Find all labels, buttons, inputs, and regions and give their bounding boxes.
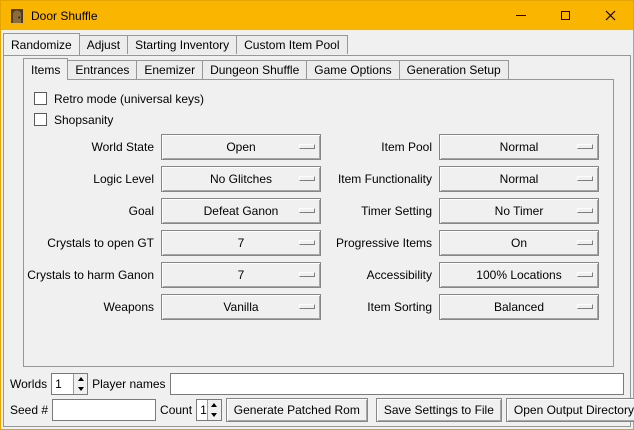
timer-setting-dropdown[interactable]: No Timer (439, 198, 599, 224)
outer-tab-bar: Randomize Adjust Starting Inventory Cust… (1, 30, 633, 54)
logic-level-label: Logic Level (32, 166, 154, 192)
dropdown-indicator-icon (577, 208, 593, 213)
worlds-spinner[interactable]: 1 (51, 373, 88, 395)
app-icon (9, 8, 25, 24)
shopsanity-checkbox[interactable]: Shopsanity (34, 109, 605, 130)
checkbox-label: Shopsanity (54, 113, 113, 127)
inner-notebook: Items Entrances Enemizer Dungeon Shuffle… (23, 58, 614, 367)
app-window: Door Shuffle Randomize Adjust Starting I… (0, 0, 634, 430)
retro-mode-checkbox[interactable]: Retro mode (universal keys) (34, 88, 605, 109)
spin-up-arrow[interactable] (208, 400, 221, 410)
close-button[interactable] (588, 1, 633, 30)
dropdown-indicator-icon (577, 304, 593, 309)
worlds-label: Worlds (10, 377, 47, 391)
worlds-row: Worlds 1 Player names (10, 373, 624, 395)
dropdown-indicator-icon (577, 272, 593, 277)
spin-down-arrow[interactable] (74, 384, 87, 394)
weapons-label: Weapons (32, 294, 154, 320)
window-controls (498, 1, 633, 30)
dropdown-indicator-icon (299, 240, 315, 245)
crystals-open-gt-dropdown[interactable]: 7 (161, 230, 321, 256)
progressive-items-label: Progressive Items (328, 230, 432, 256)
item-sorting-label: Item Sorting (328, 294, 432, 320)
item-functionality-label: Item Functionality (328, 166, 432, 192)
seed-label: Seed # (10, 403, 48, 417)
world-state-label: World State (32, 134, 154, 160)
item-sorting-dropdown[interactable]: Balanced (439, 294, 599, 320)
window-title: Door Shuffle (31, 9, 498, 23)
item-pool-dropdown[interactable]: Normal (439, 134, 599, 160)
tab-randomize[interactable]: Randomize (3, 33, 80, 55)
close-icon (605, 10, 616, 21)
progressive-items-dropdown[interactable]: On (439, 230, 599, 256)
count-label: Count (160, 403, 192, 417)
count-spinner[interactable]: 1 (196, 399, 222, 421)
checkbox-box (34, 92, 47, 105)
item-functionality-dropdown[interactable]: Normal (439, 166, 599, 192)
randomize-pane: Items Entrances Enemizer Dungeon Shuffle… (3, 55, 631, 427)
logic-level-dropdown[interactable]: No Glitches (161, 166, 321, 192)
options-grid: World State Open Item Pool Normal Logic … (32, 134, 605, 320)
seed-input[interactable] (52, 399, 156, 421)
checkbox-label: Retro mode (universal keys) (54, 92, 204, 106)
items-pane: Retro mode (universal keys) Shopsanity W… (23, 79, 614, 367)
accessibility-dropdown[interactable]: 100% Locations (439, 262, 599, 288)
tab-generation-setup[interactable]: Generation Setup (399, 60, 509, 79)
crystals-harm-ganon-label: Crystals to harm Ganon (32, 262, 154, 288)
world-state-dropdown[interactable]: Open (161, 134, 321, 160)
dropdown-indicator-icon (577, 144, 593, 149)
dropdown-indicator-icon (299, 272, 315, 277)
generate-patched-rom-button[interactable]: Generate Patched Rom (226, 398, 368, 422)
goal-dropdown[interactable]: Defeat Ganon (161, 198, 321, 224)
dropdown-indicator-icon (299, 144, 315, 149)
crystals-harm-ganon-dropdown[interactable]: 7 (161, 262, 321, 288)
minimize-button[interactable] (498, 1, 543, 30)
dropdown-indicator-icon (577, 176, 593, 181)
dropdown-indicator-icon (577, 240, 593, 245)
tab-items[interactable]: Items (23, 58, 68, 80)
titlebar[interactable]: Door Shuffle (1, 1, 633, 30)
checkbox-box (34, 113, 47, 126)
weapons-dropdown[interactable]: Vanilla (161, 294, 321, 320)
tab-game-options[interactable]: Game Options (306, 60, 399, 79)
dropdown-indicator-icon (299, 208, 315, 213)
dropdown-indicator-icon (299, 176, 315, 181)
timer-setting-label: Timer Setting (328, 198, 432, 224)
tab-entrances[interactable]: Entrances (67, 60, 137, 79)
tab-dungeon-shuffle[interactable]: Dungeon Shuffle (202, 60, 307, 79)
goal-label: Goal (32, 198, 154, 224)
maximize-button[interactable] (543, 1, 588, 30)
dropdown-indicator-icon (299, 304, 315, 309)
minimize-icon (516, 15, 526, 16)
open-output-directory-button[interactable]: Open Output Directory (506, 398, 634, 422)
save-settings-button[interactable]: Save Settings to File (376, 398, 502, 422)
tab-starting-inventory[interactable]: Starting Inventory (127, 35, 237, 54)
spin-down-arrow[interactable] (208, 410, 221, 420)
accessibility-label: Accessibility (328, 262, 432, 288)
tab-enemizer[interactable]: Enemizer (136, 60, 203, 79)
window-content: Randomize Adjust Starting Inventory Cust… (1, 30, 633, 429)
tab-custom-item-pool[interactable]: Custom Item Pool (236, 35, 347, 54)
inner-tab-bar: Items Entrances Enemizer Dungeon Shuffle… (23, 58, 614, 79)
tab-adjust[interactable]: Adjust (79, 35, 128, 54)
crystals-open-gt-label: Crystals to open GT (32, 230, 154, 256)
player-names-input[interactable] (170, 373, 625, 395)
player-names-label: Player names (92, 377, 165, 391)
item-pool-label: Item Pool (328, 134, 432, 160)
spin-up-arrow[interactable] (74, 374, 87, 384)
seed-row: Seed # Count 1 Generate Patched Rom Save… (10, 398, 624, 422)
maximize-icon (561, 11, 570, 20)
